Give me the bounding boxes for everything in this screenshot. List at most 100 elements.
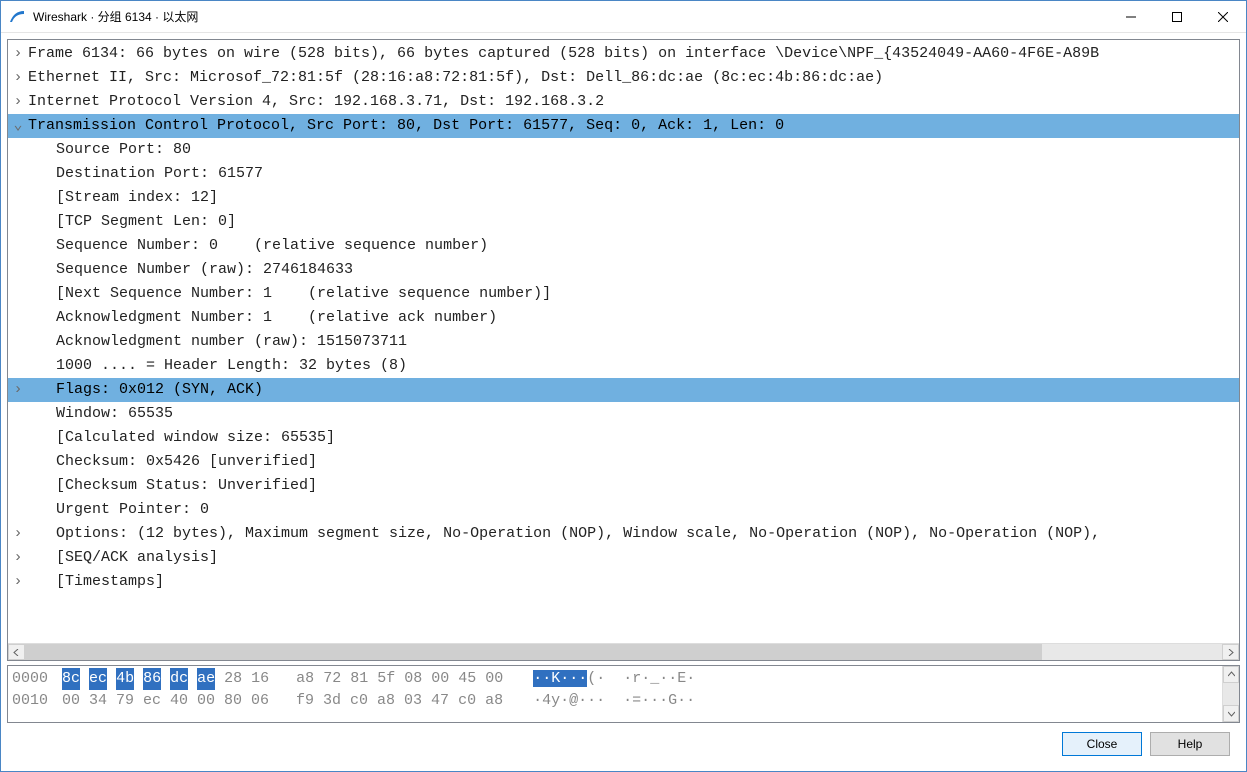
expand-icon[interactable]: › <box>8 546 28 570</box>
tree-toggle-empty <box>8 474 28 498</box>
tree-row[interactable]: Acknowledgment Number: 1 (relative ack n… <box>8 306 1239 330</box>
maximize-button[interactable] <box>1154 1 1200 32</box>
tree-item-label: Sequence Number: 0 (relative sequence nu… <box>56 234 1239 258</box>
content-area: ›Frame 6134: 66 bytes on wire (528 bits)… <box>1 33 1246 771</box>
tree-item-label: [SEQ/ACK analysis] <box>56 546 1239 570</box>
tree-row[interactable]: [Next Sequence Number: 1 (relative seque… <box>8 282 1239 306</box>
tree-item-label: Urgent Pointer: 0 <box>56 498 1239 522</box>
tree-toggle-empty <box>8 258 28 282</box>
hex-vertical-scrollbar[interactable] <box>1222 666 1239 722</box>
tree-item-label: Sequence Number (raw): 2746184633 <box>56 258 1239 282</box>
expand-icon[interactable]: › <box>8 378 28 402</box>
tree-row[interactable]: ›Internet Protocol Version 4, Src: 192.1… <box>8 90 1239 114</box>
tree-toggle-empty <box>8 234 28 258</box>
horizontal-scrollbar[interactable] <box>8 643 1239 660</box>
tree-toggle-empty <box>8 426 28 450</box>
hex-offset: 0000 <box>12 668 62 690</box>
expand-icon[interactable]: › <box>8 90 28 114</box>
window: Wireshark · 分组 6134 · 以太网 ›Frame 6134: 6… <box>0 0 1247 772</box>
window-buttons <box>1108 1 1246 32</box>
tree-row[interactable]: [Stream index: 12] <box>8 186 1239 210</box>
minimize-button[interactable] <box>1108 1 1154 32</box>
window-title: Wireshark · 分组 6134 · 以太网 <box>33 8 1108 25</box>
wireshark-icon <box>9 9 25 25</box>
tree-item-label: [TCP Segment Len: 0] <box>56 210 1239 234</box>
tree-row[interactable]: [Checksum Status: Unverified] <box>8 474 1239 498</box>
tree-item-label: Flags: 0x012 (SYN, ACK) <box>56 378 1239 402</box>
tree-item-label: Checksum: 0x5426 [unverified] <box>56 450 1239 474</box>
scrollbar-track[interactable] <box>25 644 1222 660</box>
tree-item-label: Options: (12 bytes), Maximum segment siz… <box>56 522 1239 546</box>
tree-item-label: [Next Sequence Number: 1 (relative seque… <box>56 282 1239 306</box>
tree-toggle-empty <box>8 306 28 330</box>
close-button[interactable]: Close <box>1062 732 1142 756</box>
tree-item-label: [Checksum Status: Unverified] <box>56 474 1239 498</box>
hex-ascii[interactable]: ··K···(· ·r·_··E· <box>533 668 695 690</box>
hex-ascii[interactable]: ·4y·@··· ·=···G·· <box>533 690 695 712</box>
tree-item-label: Ethernet II, Src: Microsof_72:81:5f (28:… <box>28 66 1239 90</box>
tree-row[interactable]: ⌄Transmission Control Protocol, Src Port… <box>8 114 1239 138</box>
dialog-footer: Close Help <box>7 723 1240 765</box>
tree-row[interactable]: Checksum: 0x5426 [unverified] <box>8 450 1239 474</box>
tree-item-label: Acknowledgment Number: 1 (relative ack n… <box>56 306 1239 330</box>
tree-item-label: Transmission Control Protocol, Src Port:… <box>28 114 1239 138</box>
tree-row[interactable]: Destination Port: 61577 <box>8 162 1239 186</box>
collapse-icon[interactable]: ⌄ <box>8 114 28 138</box>
tree-toggle-empty <box>8 498 28 522</box>
hex-line[interactable]: 001000 34 79 ec 40 00 80 06 f9 3d c0 a8 … <box>12 690 1218 712</box>
hex-dump[interactable]: 00008c ec 4b 86 dc ae 28 16 a8 72 81 5f … <box>8 666 1222 722</box>
packet-details-tree[interactable]: ›Frame 6134: 66 bytes on wire (528 bits)… <box>8 40 1239 643</box>
tree-row[interactable]: Acknowledgment number (raw): 1515073711 <box>8 330 1239 354</box>
help-button[interactable]: Help <box>1150 732 1230 756</box>
tree-row[interactable]: [Calculated window size: 65535] <box>8 426 1239 450</box>
expand-icon[interactable]: › <box>8 522 28 546</box>
tree-item-label: Destination Port: 61577 <box>56 162 1239 186</box>
hex-offset: 0010 <box>12 690 62 712</box>
tree-item-label: Window: 65535 <box>56 402 1239 426</box>
tree-row[interactable]: Urgent Pointer: 0 <box>8 498 1239 522</box>
expand-icon[interactable]: › <box>8 42 28 66</box>
hex-scrollbar-track[interactable] <box>1223 683 1239 705</box>
tree-toggle-empty <box>8 282 28 306</box>
tree-row[interactable]: Source Port: 80 <box>8 138 1239 162</box>
packet-bytes-pane[interactable]: 00008c ec 4b 86 dc ae 28 16 a8 72 81 5f … <box>7 665 1240 723</box>
tree-row[interactable]: [TCP Segment Len: 0] <box>8 210 1239 234</box>
hex-line[interactable]: 00008c ec 4b 86 dc ae 28 16 a8 72 81 5f … <box>12 668 1218 690</box>
tree-toggle-empty <box>8 162 28 186</box>
hex-bytes[interactable]: 8c ec 4b 86 dc ae 28 16 a8 72 81 5f 08 0… <box>62 668 503 690</box>
tree-item-label: Internet Protocol Version 4, Src: 192.16… <box>28 90 1239 114</box>
tree-toggle-empty <box>8 186 28 210</box>
expand-icon[interactable]: › <box>8 570 28 594</box>
tree-row[interactable]: Sequence Number (raw): 2746184633 <box>8 258 1239 282</box>
hex-scroll-down-button[interactable] <box>1223 705 1239 722</box>
tree-item-label: [Stream index: 12] <box>56 186 1239 210</box>
tree-row[interactable]: › Flags: 0x012 (SYN, ACK) <box>8 378 1239 402</box>
titlebar[interactable]: Wireshark · 分组 6134 · 以太网 <box>1 1 1246 33</box>
tree-toggle-empty <box>8 210 28 234</box>
packet-details-pane[interactable]: ›Frame 6134: 66 bytes on wire (528 bits)… <box>7 39 1240 661</box>
scroll-right-button[interactable] <box>1222 644 1239 660</box>
tree-toggle-empty <box>8 354 28 378</box>
hex-bytes[interactable]: 00 34 79 ec 40 00 80 06 f9 3d c0 a8 03 4… <box>62 690 503 712</box>
tree-row[interactable]: ›Frame 6134: 66 bytes on wire (528 bits)… <box>8 42 1239 66</box>
tree-item-label: 1000 .... = Header Length: 32 bytes (8) <box>56 354 1239 378</box>
close-window-button[interactable] <box>1200 1 1246 32</box>
tree-item-label: [Timestamps] <box>56 570 1239 594</box>
expand-icon[interactable]: › <box>8 66 28 90</box>
tree-row[interactable]: › [Timestamps] <box>8 570 1239 594</box>
tree-toggle-empty <box>8 138 28 162</box>
tree-row[interactable]: 1000 .... = Header Length: 32 bytes (8) <box>8 354 1239 378</box>
scroll-left-button[interactable] <box>8 644 25 660</box>
scrollbar-thumb[interactable] <box>25 644 1042 660</box>
tree-row[interactable]: Sequence Number: 0 (relative sequence nu… <box>8 234 1239 258</box>
tree-row[interactable]: › Options: (12 bytes), Maximum segment si… <box>8 522 1239 546</box>
hex-scroll-up-button[interactable] <box>1223 666 1239 683</box>
tree-row[interactable]: › [SEQ/ACK analysis] <box>8 546 1239 570</box>
tree-item-label: Frame 6134: 66 bytes on wire (528 bits),… <box>28 42 1239 66</box>
tree-item-label: Source Port: 80 <box>56 138 1239 162</box>
tree-item-label: [Calculated window size: 65535] <box>56 426 1239 450</box>
tree-toggle-empty <box>8 330 28 354</box>
tree-item-label: Acknowledgment number (raw): 1515073711 <box>56 330 1239 354</box>
tree-row[interactable]: Window: 65535 <box>8 402 1239 426</box>
tree-row[interactable]: ›Ethernet II, Src: Microsof_72:81:5f (28… <box>8 66 1239 90</box>
